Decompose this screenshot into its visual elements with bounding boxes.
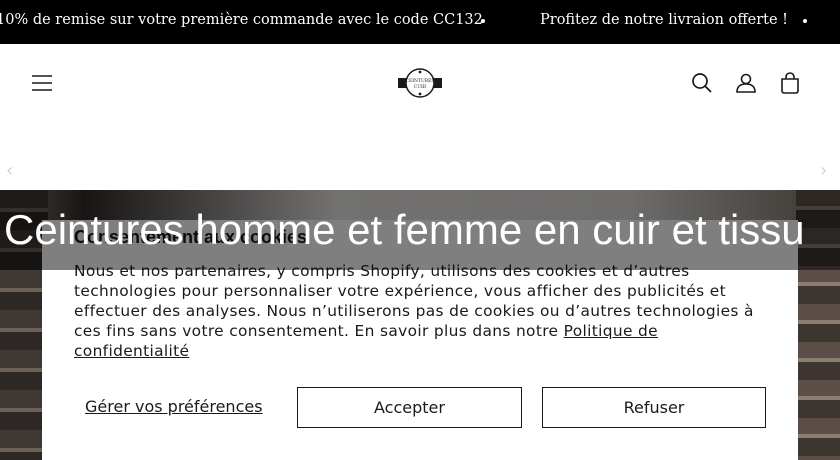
account-icon[interactable] xyxy=(731,68,761,98)
manage-preferences-button[interactable]: Gérer vos préférences xyxy=(85,397,263,416)
search-icon[interactable] xyxy=(687,68,717,98)
separator-dot xyxy=(481,19,485,23)
brand-logo[interactable]: CEINTURES CUIR xyxy=(396,66,444,100)
svg-text:CEINTURES: CEINTURES xyxy=(406,78,435,84)
hamburger-menu-icon[interactable] xyxy=(27,68,57,98)
announcement-message-shipping: Profitez de notre livraion offerte ! xyxy=(540,12,788,28)
chevron-left-icon[interactable]: ‹ xyxy=(6,160,13,181)
announcement-bar: 10% de remise sur votre première command… xyxy=(0,0,840,44)
cart-icon[interactable] xyxy=(775,68,805,98)
accept-button[interactable]: Accepter xyxy=(297,387,522,428)
chevron-right-icon[interactable]: › xyxy=(820,160,827,181)
page-title: Ceintures homme et femme en cuir et tiss… xyxy=(4,206,805,253)
separator-dot xyxy=(803,19,807,23)
refuse-button[interactable]: Refuser xyxy=(542,387,766,428)
announcement-message-discount: 10% de remise sur votre première command… xyxy=(0,12,483,28)
svg-text:CUIR: CUIR xyxy=(414,84,427,90)
cookie-description: Nous et nos partenaires, y compris Shopi… xyxy=(74,261,774,361)
